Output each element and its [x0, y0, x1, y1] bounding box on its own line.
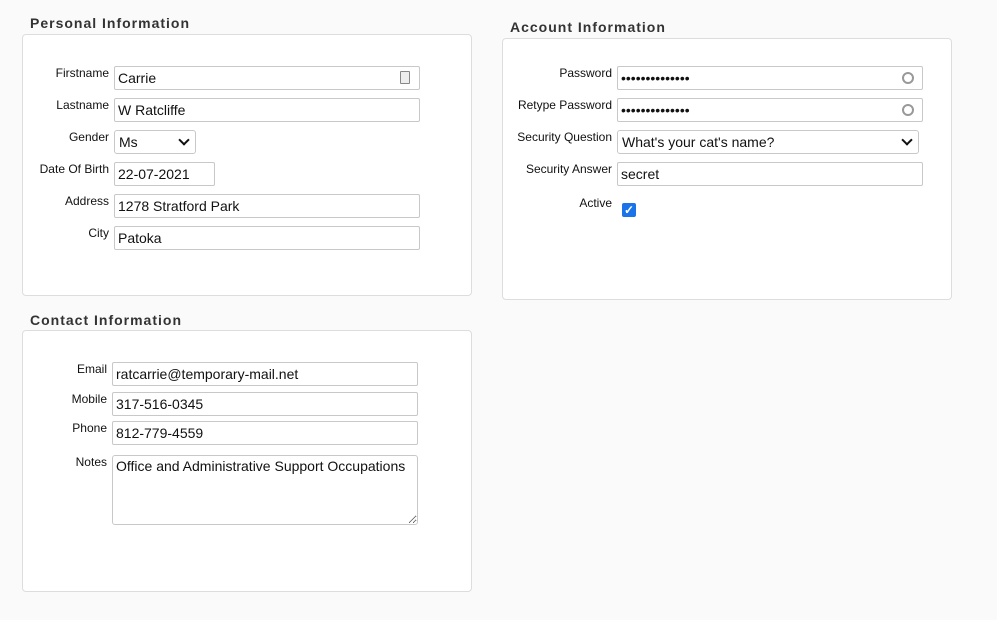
personal-info-title: Personal Information [30, 15, 191, 31]
active-label: Active [579, 196, 612, 210]
security-question-select[interactable]: What's your cat's name? [617, 130, 919, 154]
account-info-title: Account Information [510, 19, 666, 35]
security-question-value: What's your cat's name? [622, 134, 775, 150]
password-input[interactable] [617, 66, 923, 90]
email-input[interactable] [112, 362, 418, 386]
security-answer-label: Security Answer [525, 162, 612, 176]
notes-textarea[interactable]: Office and Administrative Support Occupa… [112, 455, 418, 525]
city-input[interactable] [114, 226, 420, 250]
dob-label: Date Of Birth [39, 162, 109, 176]
chevron-down-icon [178, 134, 190, 146]
lastname-input[interactable] [114, 98, 420, 122]
email-label: Email [76, 362, 107, 376]
mobile-input[interactable] [112, 392, 418, 416]
security-question-label: Security Question [517, 130, 612, 144]
address-input[interactable] [114, 194, 420, 218]
chevron-down-icon [901, 134, 913, 146]
firstname-label: Firstname [55, 66, 109, 80]
city-label: City [88, 226, 109, 240]
retype-password-input[interactable] [617, 98, 923, 122]
address-label: Address [64, 194, 109, 208]
firstname-input[interactable] [114, 66, 420, 90]
gender-select[interactable]: Ms [114, 130, 196, 154]
phone-label: Phone [72, 421, 107, 435]
notes-label: Notes [75, 455, 107, 469]
password-manager-icon[interactable] [902, 72, 914, 84]
contact-info-title: Contact Information [30, 312, 182, 328]
dob-input[interactable] [114, 162, 215, 186]
password-label: Password [559, 66, 612, 80]
phone-input[interactable] [112, 421, 418, 445]
mobile-label: Mobile [71, 392, 107, 406]
lastname-label: Lastname [56, 98, 109, 112]
gender-label: Gender [68, 130, 109, 144]
active-checkbox[interactable]: ✓ [622, 203, 636, 217]
contact-card-icon[interactable] [400, 71, 410, 84]
retype-password-label: Retype Password [517, 98, 612, 112]
password-manager-icon[interactable] [902, 104, 914, 116]
security-answer-input[interactable] [617, 162, 923, 186]
gender-value: Ms [119, 134, 138, 150]
